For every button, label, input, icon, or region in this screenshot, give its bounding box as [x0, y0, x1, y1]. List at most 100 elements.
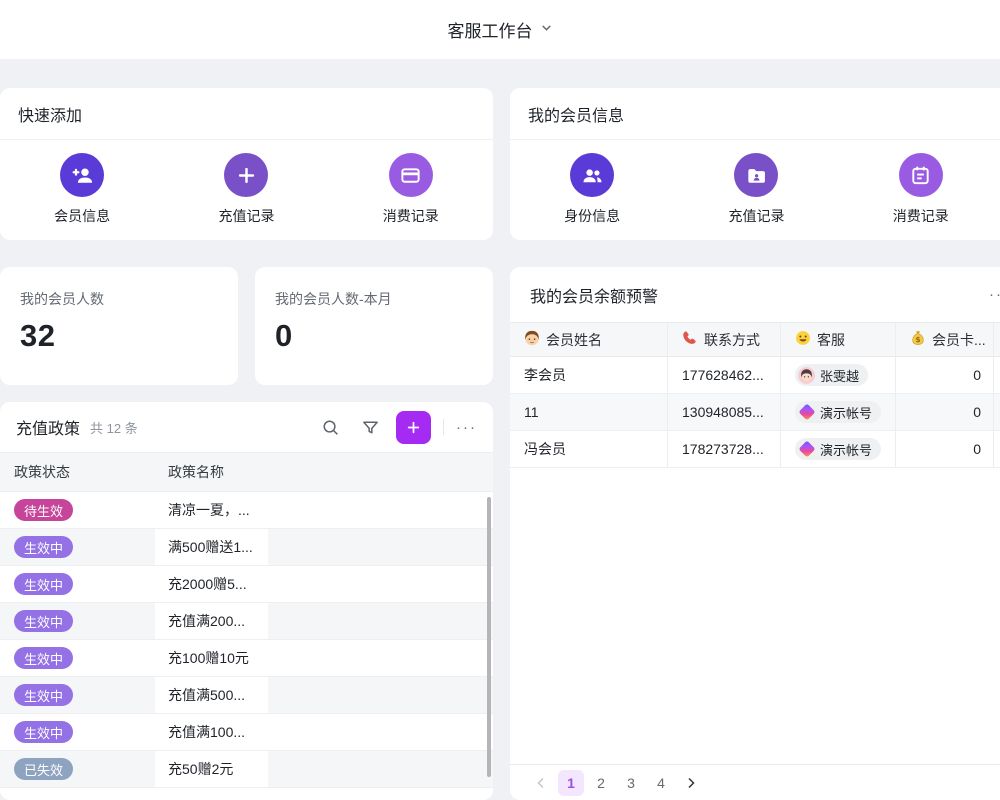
phone-emoji-icon	[682, 330, 698, 349]
policy-status-cell: 生效中	[0, 640, 155, 676]
demo-diamond-logo	[798, 404, 815, 421]
member-name-cell: 冯会员	[510, 431, 668, 467]
table-row[interactable]: 李会员177628462...张雯越0	[510, 357, 1000, 394]
quick-item-recharge-record[interactable]: 充值记录	[164, 153, 328, 226]
demo-diamond	[798, 441, 815, 458]
prev-page-button[interactable]	[528, 770, 554, 796]
table-row[interactable]: 待生效清凉一夏，...	[0, 492, 493, 529]
stat-value: 0	[275, 318, 473, 354]
add-user-icon	[60, 153, 104, 197]
table-row[interactable]: 冯会员178273728...演示帐号0	[510, 431, 1000, 468]
column-header-label: 会员姓名	[546, 330, 602, 350]
page-button-4[interactable]: 4	[648, 770, 674, 796]
quick-item-label: 充值记录	[218, 206, 274, 226]
member-name-cell: 11	[510, 394, 668, 430]
my-member-info-title: 我的会员信息	[528, 102, 624, 126]
search-icon[interactable]	[316, 413, 344, 441]
column-header[interactable]: 客服	[781, 323, 896, 356]
divider	[443, 419, 444, 435]
status-badge: 生效中	[14, 647, 73, 669]
table-row[interactable]: 生效中充2000赠5...	[0, 566, 493, 603]
policy-name-cell: 充值满200...	[155, 603, 268, 639]
policy-name-cell: 充值满500...	[155, 677, 268, 713]
balance-alert-title: 我的会员余额预警	[530, 283, 658, 307]
girl-avatar	[798, 367, 815, 384]
card-balance-cell: 0	[896, 394, 994, 430]
column-header[interactable]: $会员卡...	[896, 323, 994, 356]
status-badge: 生效中	[14, 536, 73, 558]
quick-item-label: 会员信息	[54, 206, 110, 226]
quick-item-consume-record[interactable]: 消费记录	[839, 153, 1000, 226]
agent-pill: 演示帐号	[795, 401, 881, 423]
empty-cell	[994, 394, 1000, 430]
policy-status-cell: 生效中	[0, 529, 155, 565]
contact-cell: 178273728...	[668, 431, 781, 467]
table-row[interactable]: 11130948085...演示帐号0	[510, 394, 1000, 431]
more-button[interactable]: ···	[989, 287, 1000, 302]
status-badge: 生效中	[14, 610, 73, 632]
table-row[interactable]: 生效中满500赠送1...	[0, 529, 493, 566]
table-row[interactable]: 生效中 充值满200...	[0, 603, 493, 640]
column-header-name[interactable]: 政策名称	[155, 462, 268, 482]
quick-item-label: 身份信息	[564, 206, 620, 226]
balance-table-body: 李会员177628462...张雯越011130948085...演示帐号0冯会…	[510, 357, 1000, 468]
page-button-3[interactable]: 3	[618, 770, 644, 796]
agent-cell: 演示帐号	[781, 431, 896, 467]
empty-cell	[994, 357, 1000, 393]
row-filler	[268, 640, 493, 676]
page-title: 客服工作台	[448, 17, 533, 42]
filter-icon[interactable]	[356, 413, 384, 441]
quick-item-identity-info[interactable]: 身份信息	[510, 153, 674, 226]
svg-text:$: $	[915, 335, 920, 344]
member-count-month-card: 我的会员人数-本月 0	[255, 267, 493, 385]
column-header	[994, 323, 1000, 356]
stat-label: 我的会员人数	[20, 289, 218, 309]
workspace-switcher[interactable]: 客服工作台	[448, 17, 553, 42]
stat-value: 32	[20, 318, 218, 354]
people-icon	[570, 153, 614, 197]
calendar-icon	[899, 153, 943, 197]
balance-alert-header: 我的会员余额预警 ···	[510, 267, 1000, 322]
page-button-1[interactable]: 1	[558, 770, 584, 796]
column-header[interactable]: 联系方式	[668, 323, 781, 356]
more-button[interactable]: ···	[456, 420, 477, 435]
empty-cell	[994, 431, 1000, 467]
record-count: 共 12 条	[90, 418, 316, 437]
my-member-info-card: 我的会员信息 身份信息 充值记录消费记录	[510, 88, 1000, 240]
policy-status-cell: 生效中	[0, 603, 155, 639]
policy-name-cell: 充50赠2元	[155, 751, 268, 787]
smiley-emoji-icon	[795, 330, 811, 349]
row-filler	[268, 714, 493, 750]
row-filler	[268, 492, 493, 528]
table-row[interactable]: 生效中充值满500...	[0, 677, 493, 714]
policy-status-cell: 生效中	[0, 714, 155, 750]
policy-status-cell: 待生效	[0, 492, 155, 528]
recharge-policy-title: 充值政策	[16, 415, 80, 439]
policy-name-cell: 清凉一夏，...	[155, 492, 268, 528]
quick-item-member-info[interactable]: 会员信息	[0, 153, 164, 226]
column-header-label: 联系方式	[704, 330, 760, 350]
chevron-down-icon	[540, 21, 553, 39]
vertical-scrollbar[interactable]	[487, 497, 491, 777]
add-record-button[interactable]	[396, 411, 431, 444]
next-page-button[interactable]	[678, 770, 704, 796]
quick-item-recharge-record[interactable]: 充值记录	[674, 153, 838, 226]
page-button-2[interactable]: 2	[588, 770, 614, 796]
policy-status-cell: 生效中	[0, 566, 155, 602]
table-row[interactable]: 生效中 充100赠10元	[0, 640, 493, 677]
column-header[interactable]: 会员姓名	[510, 323, 668, 356]
table-row[interactable]: 生效中充值满100...	[0, 714, 493, 751]
policy-name-cell: 充100赠10元	[155, 640, 268, 676]
folder-icon	[734, 153, 778, 197]
balance-alert-card: 我的会员余额预警 ··· 会员姓名 联系方式 客服$会员卡... 李会员177628…	[510, 267, 1000, 800]
agent-name: 张雯越	[820, 366, 859, 385]
table-row[interactable]: 已失效充50赠2元	[0, 751, 493, 788]
card-icon	[389, 153, 433, 197]
column-header-status[interactable]: 政策状态	[0, 462, 155, 482]
quick-add-header: 快速添加	[0, 88, 493, 140]
agent-cell: 演示帐号	[781, 394, 896, 430]
quick-item-consume-record[interactable]: 消费记录	[329, 153, 493, 226]
stat-label: 我的会员人数-本月	[275, 289, 473, 309]
status-badge: 生效中	[14, 573, 73, 595]
row-filler	[268, 603, 493, 639]
